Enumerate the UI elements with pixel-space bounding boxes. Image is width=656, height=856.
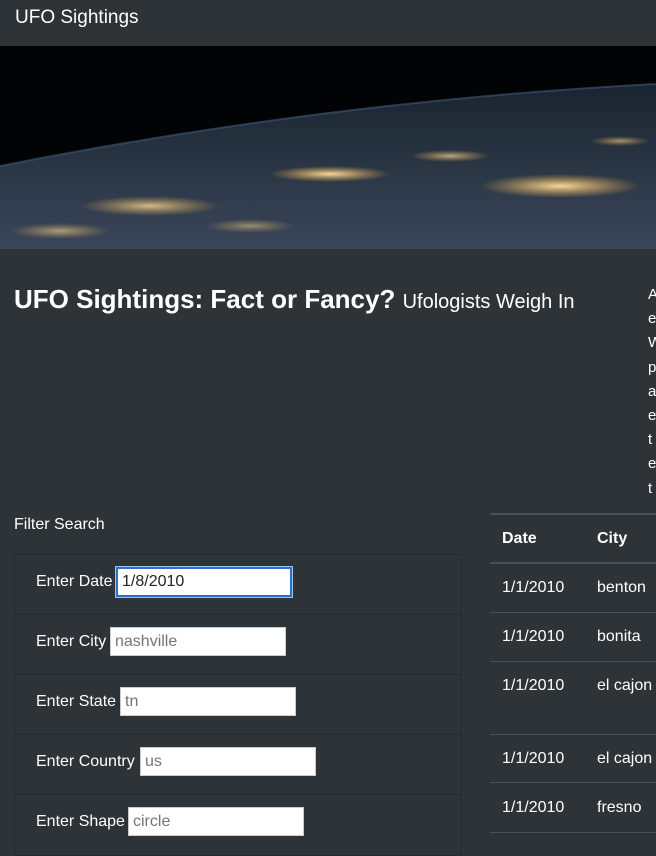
cell-date: 1/1/2010 — [502, 628, 565, 645]
header-date: Date — [502, 530, 537, 547]
filter-form: Enter Date Enter City Enter State Enter … — [14, 554, 462, 856]
country-input[interactable] — [140, 747, 316, 776]
cell-city: benton — [597, 579, 646, 596]
date-label: Enter Date — [36, 573, 113, 590]
row-divider — [490, 832, 656, 833]
row-divider — [490, 661, 656, 662]
cell-city: fresno — [597, 799, 642, 816]
cell-city: el cajon — [597, 677, 653, 694]
cell-date: 1/1/2010 — [502, 799, 565, 816]
header-city: City — [597, 530, 628, 547]
row-divider — [490, 612, 656, 613]
navbar: UFO Sightings — [0, 0, 656, 38]
country-label: Enter Country — [36, 753, 135, 770]
filter-item-state: Enter State — [15, 675, 461, 735]
filter-item-city: Enter City — [15, 615, 461, 675]
row-divider — [490, 734, 656, 735]
filter-search-title: Filter Search — [14, 516, 105, 533]
hero-image — [0, 46, 656, 249]
headline-title: UFO Sightings: Fact or Fancy? — [14, 284, 396, 314]
shape-input[interactable] — [128, 807, 304, 836]
cell-date: 1/1/2010 — [502, 579, 565, 596]
cell-city: el cajon — [597, 750, 653, 767]
header-divider — [490, 562, 656, 564]
filter-item-shape: Enter Shape — [15, 795, 461, 854]
filter-item-country: Enter Country — [15, 735, 461, 795]
filter-item-date: Enter Date — [15, 555, 461, 615]
date-input[interactable] — [116, 567, 292, 597]
cell-date: 1/1/2010 — [502, 750, 565, 767]
cell-date: 1/1/2010 — [502, 677, 565, 694]
brand-title[interactable]: UFO Sightings — [15, 7, 139, 29]
state-label: Enter State — [36, 693, 117, 710]
table-top-border — [490, 513, 656, 515]
shape-label: Enter Shape — [36, 813, 125, 830]
city-label: Enter City — [36, 633, 107, 650]
city-input[interactable] — [110, 627, 286, 656]
state-input[interactable] — [120, 687, 296, 716]
article-headline: UFO Sightings: Fact or Fancy? Ufologists… — [14, 284, 575, 315]
cell-city: bonita — [597, 628, 641, 645]
row-divider — [490, 782, 656, 783]
headline-subtitle: Ufologists Weigh In — [402, 291, 575, 313]
article-text: A e W p a e t e t — [648, 286, 656, 497]
sightings-table: Date City 1/1/2010 benton 1/1/2010 bonit… — [490, 513, 656, 848]
